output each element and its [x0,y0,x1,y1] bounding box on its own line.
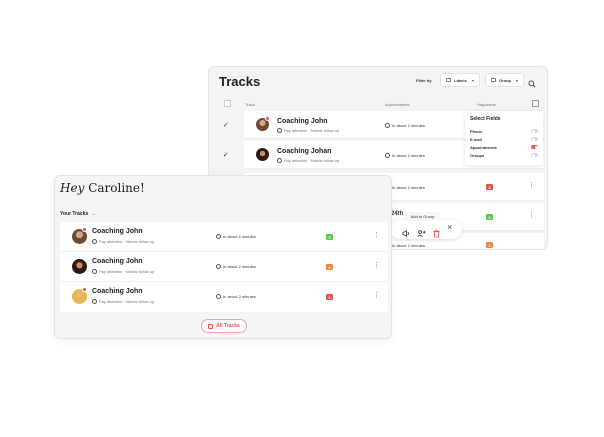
track-meta: Pay attention · Needs follow up [92,269,154,274]
more-options-icon[interactable]: ⋮ [373,232,380,239]
greeting-prefix: Hey [60,181,85,195]
all-tracks-button[interactable]: All Tracks [201,319,247,333]
delete-button[interactable] [432,225,441,238]
happiness-badge: 5 [326,234,333,240]
your-tracks-link[interactable]: Your Tracks → [60,211,96,217]
list-item[interactable]: Coaching John Pay attention · Needs foll… [60,222,388,252]
clock-icon [216,294,221,299]
close-icon[interactable]: × [447,223,452,232]
track-name[interactable]: Coaching John [277,118,328,125]
appointments-toggle[interactable] [531,145,538,149]
date-fragment: 24th [391,211,404,217]
track-name[interactable]: Coaching John [92,288,143,295]
track-meta: Pay attention · Needs follow up [277,158,339,163]
announce-button[interactable] [402,225,411,237]
more-options-icon[interactable]: ⋮ [528,182,535,189]
select-fields-title: Select Fields [470,116,501,122]
happiness-badge: 4 [326,264,333,270]
add-to-group-icon [417,230,426,237]
field-option-email[interactable]: E-mail [470,135,538,143]
chevron-down-icon: ▾ [515,77,518,83]
page-title: Tracks [219,74,261,89]
appointment-time: In about 2 minutes [216,264,256,269]
avatar [256,148,269,161]
happiness-badge: 5 [486,214,493,220]
field-option-appointments[interactable]: Appointments [470,143,538,151]
notification-dot [265,116,270,121]
tag-icon [92,299,97,304]
group-filter-label: Group [499,77,511,83]
dashboard-panel: Hey Caroline! Your Tracks → Coaching Joh… [54,175,392,339]
labels-filter-dropdown[interactable]: Labels ▾ [440,73,480,87]
group-icon [491,78,496,82]
row-checkbox-checked[interactable]: ✓ [223,151,229,159]
clock-icon [385,123,390,128]
phone-toggle[interactable] [531,129,538,133]
appointment-time: In about 2 minutes [216,234,256,239]
tag-icon [92,269,97,274]
column-header-appointments[interactable]: Appointments [385,102,409,107]
column-header-happiness[interactable]: Happiness [477,102,496,107]
clock-icon [216,234,221,239]
tracks-list: Coaching John Pay attention · Needs foll… [60,222,388,312]
track-meta: Pay attention · Needs follow up [92,299,154,304]
list-item[interactable]: Coaching John Pay attention · Needs foll… [60,282,388,312]
more-options-icon[interactable]: ⋮ [373,292,380,299]
track-name[interactable]: Coaching John [92,258,143,265]
labels-filter-label: Labels [454,77,467,83]
columns-settings-icon[interactable] [532,100,539,107]
filter-label: Filter by [416,78,432,83]
tag-icon [446,78,451,82]
appointment-time: In about 2 minutes [216,294,256,299]
notification-dot [82,227,87,232]
clock-icon [385,153,390,158]
row-checkbox-checked[interactable]: ✓ [223,121,229,129]
appointment-time: In about 2 minutes [385,153,425,158]
grid-icon [208,323,214,329]
more-options-icon[interactable]: ⋮ [528,212,535,219]
greeting-name: Caroline! [88,181,145,195]
avatar [72,259,87,274]
tooltip: Add to Group [405,212,440,221]
clock-icon [216,264,221,269]
groups-toggle[interactable] [531,153,538,157]
more-options-icon[interactable]: ⋮ [373,262,380,269]
search-icon [528,80,536,88]
happiness-badge: 3 [486,184,493,190]
search-button[interactable] [528,75,538,88]
megaphone-icon [402,230,409,237]
bulk-action-bar: × [390,220,462,239]
arrow-right-icon: → [91,211,97,217]
tag-icon [92,239,97,244]
happiness-badge: 4 [486,242,493,248]
column-header-track[interactable]: Track [245,102,255,107]
list-item[interactable]: Coaching John Pay attention · Needs foll… [60,252,388,282]
track-meta: Pay attention · Needs follow up [92,239,154,244]
tag-icon [277,128,282,133]
email-toggle[interactable] [531,137,538,141]
notification-dot [82,287,87,292]
chevron-down-icon: ▾ [471,77,474,83]
appointment-time: In about 2 minutes [385,123,425,128]
add-to-group-button[interactable] [417,225,426,237]
group-filter-dropdown[interactable]: Group ▾ [485,73,524,87]
select-fields-popover: Select Fields Phone E-mail Appointments … [465,111,543,165]
field-option-groups[interactable]: Groups [470,151,538,159]
greeting: Hey Caroline! [60,181,145,195]
track-name[interactable]: Coaching John [92,228,143,235]
field-option-phone[interactable]: Phone [470,127,538,135]
happiness-badge: 3 [326,294,333,300]
trash-icon [433,229,440,238]
track-name[interactable]: Coaching Johan [277,148,331,155]
track-meta: Pay attention · Needs follow up [277,128,339,133]
select-all-checkbox[interactable] [224,100,231,107]
tag-icon [277,158,282,163]
